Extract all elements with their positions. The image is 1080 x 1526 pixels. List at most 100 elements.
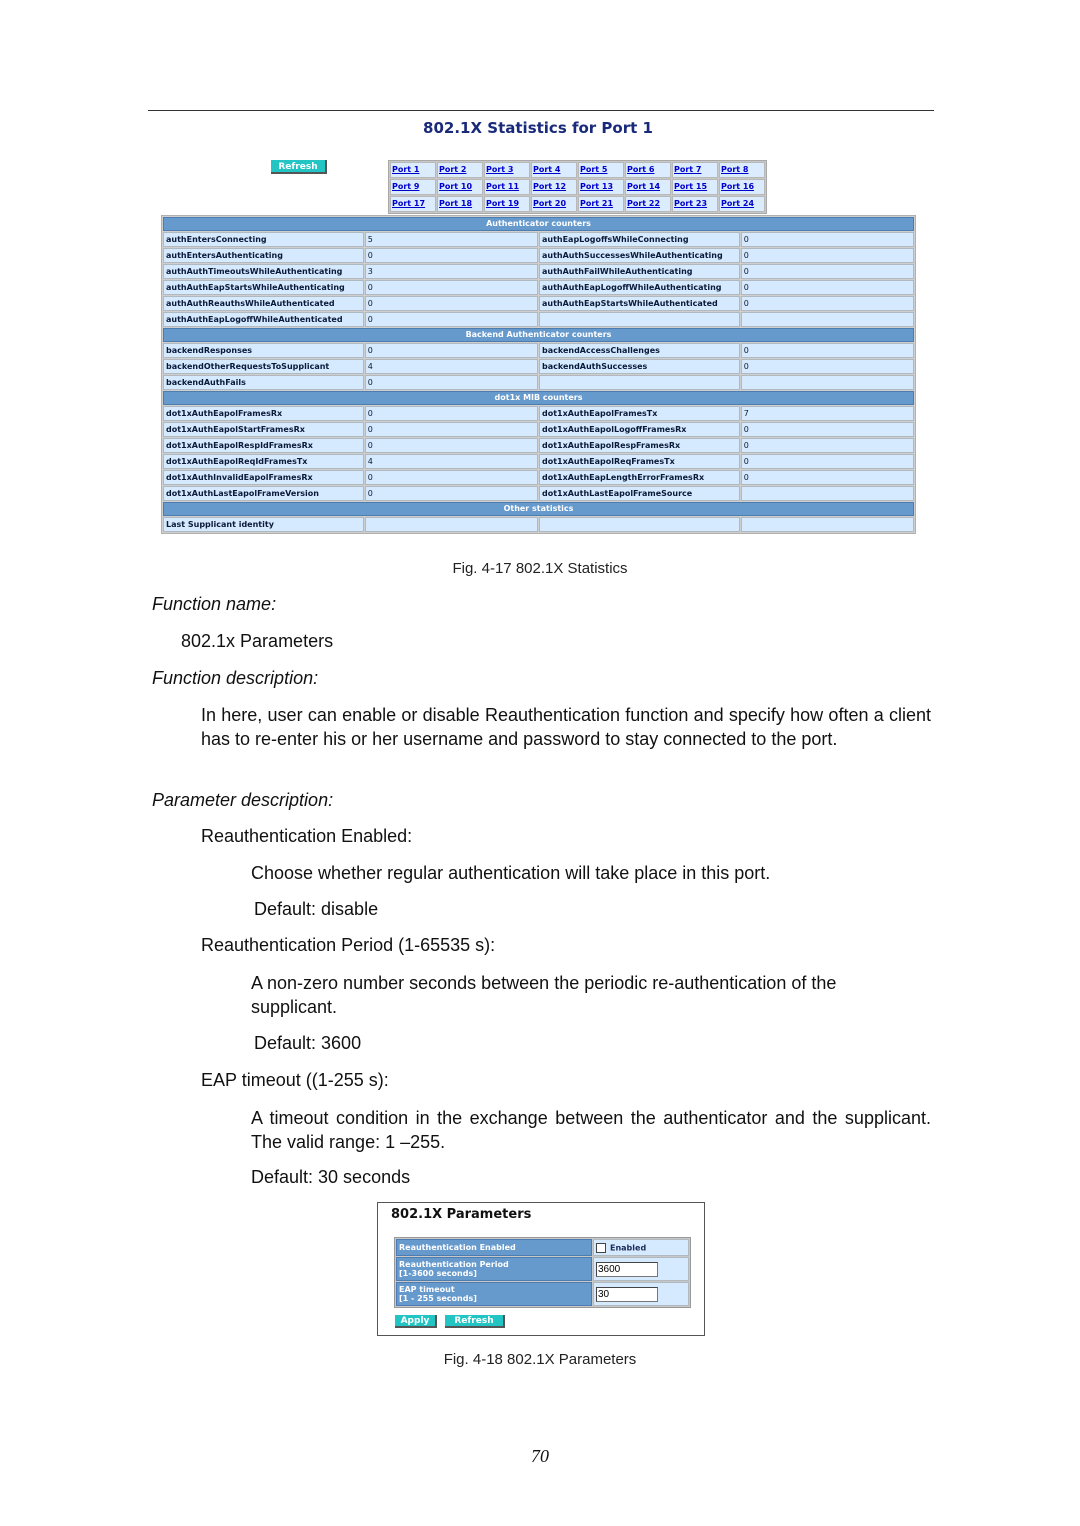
- stat-label: dot1xAuthEapolFramesTx: [538, 406, 740, 421]
- stat-label: authAuthEapLogoffWhileAuthenticating: [538, 280, 740, 295]
- stat-row: Last Supplicant identity: [163, 517, 914, 532]
- statistics-table: Authenticator counters authEntersConnecti…: [161, 215, 916, 534]
- stat-row: backendAuthFails 0: [163, 375, 914, 390]
- port-link[interactable]: Port 13: [580, 182, 613, 191]
- port-grid-row: Port 1 Port 2 Port 3 Port 4 Port 5 Port 6 Port…: [390, 162, 765, 178]
- port-link[interactable]: Port 18: [439, 199, 472, 208]
- stat-value: 0: [364, 438, 538, 453]
- reauth-enabled-label: Reauthentication Enabled: [396, 1239, 592, 1256]
- port-link[interactable]: Port 23: [674, 199, 707, 208]
- port-link[interactable]: Port 16: [721, 182, 754, 191]
- stat-value: 4: [364, 359, 538, 374]
- port-link[interactable]: Port 6: [627, 165, 654, 174]
- function-name: 802.1x Parameters: [181, 631, 334, 651]
- port-link[interactable]: Port 9: [392, 182, 419, 191]
- stat-row: backendOtherRequestsToSupplicant 4 backend…: [163, 359, 914, 374]
- stat-value: 7: [740, 406, 914, 421]
- parameter-description-heading: Parameter description:: [152, 790, 334, 810]
- stat-row: authEntersAuthenticating 0 authAuthSuccess…: [163, 248, 914, 263]
- port-link[interactable]: Port 21: [580, 199, 613, 208]
- stat-value: 3: [364, 264, 538, 279]
- port-link[interactable]: Port 19: [486, 199, 519, 208]
- function-name-heading: Function name:: [152, 594, 277, 614]
- port-link[interactable]: Port 11: [486, 182, 519, 191]
- reauth-enabled-checkbox[interactable]: [596, 1242, 606, 1253]
- stat-label: [538, 517, 740, 532]
- stat-value: 5: [364, 232, 538, 247]
- stat-value: 0: [364, 486, 538, 501]
- port-link[interactable]: Port 5: [580, 165, 607, 174]
- parameters-figure: 802.1X Parameters Reauthentication Enabl…: [377, 1202, 705, 1336]
- stat-label: dot1xAuthEapLengthErrorFramesRx: [538, 470, 740, 485]
- parameters-refresh-button[interactable]: Refresh: [445, 1315, 505, 1328]
- param-default-eap-timeout: Default: 30 seconds: [251, 1167, 411, 1187]
- port-link[interactable]: Port 17: [392, 199, 425, 208]
- param-name-reauth-period: Reauthentication Period (1-65535 s):: [201, 935, 496, 955]
- param-row-reauth-period: Reauthentication Period [1-3600 seconds]: [396, 1257, 689, 1281]
- stat-label: authEntersConnecting: [163, 232, 364, 247]
- stat-value: 0: [364, 312, 538, 327]
- parameters-table: Reauthentication Enabled Enabled Reauthe…: [394, 1237, 691, 1308]
- stat-label: dot1xAuthLastEapolFrameVersion: [163, 486, 364, 501]
- stat-label: backendOtherRequestsToSupplicant: [163, 359, 364, 374]
- stat-row: authAuthReauthsWhileAuthenticated 0 authAu…: [163, 296, 914, 311]
- param-default-reauth-period: Default: 3600: [254, 1033, 362, 1053]
- stat-value: 0: [364, 470, 538, 485]
- stat-value: 4: [364, 454, 538, 469]
- function-description-heading: Function description:: [152, 668, 319, 688]
- stat-value: 0: [364, 406, 538, 421]
- port-link[interactable]: Port 12: [533, 182, 566, 191]
- stat-label: authEntersAuthenticating: [163, 248, 364, 263]
- stat-value: 0: [740, 280, 914, 295]
- port-link[interactable]: Port 24: [721, 199, 754, 208]
- port-link[interactable]: Port 15: [674, 182, 707, 191]
- stat-label: dot1xAuthEapolStartFramesRx: [163, 422, 364, 437]
- port-link[interactable]: Port 2: [439, 165, 466, 174]
- param-default-reauth-enabled: Default: disable: [254, 899, 379, 919]
- parameters-title: 802.1X Parameters: [391, 1207, 532, 1222]
- statistics-title: 802.1X Statistics for Port 1: [423, 119, 653, 137]
- stat-label: authAuthEapStartsWhileAuthenticated: [538, 296, 740, 311]
- stat-value: 0: [740, 454, 914, 469]
- stat-label: backendAuthFails: [163, 375, 364, 390]
- stat-label: dot1xAuthEapolRespIdFramesRx: [163, 438, 364, 453]
- stat-row: authAuthTimeoutsWhileAuthenticating 3 auth…: [163, 264, 914, 279]
- eap-timeout-range: [1 - 255 seconds]: [399, 1294, 477, 1303]
- port-link[interactable]: Port 3: [486, 165, 513, 174]
- stat-label: backendAuthSuccesses: [538, 359, 740, 374]
- stat-label: [538, 375, 740, 390]
- stat-label: dot1xAuthEapolFramesRx: [163, 406, 364, 421]
- stat-value: 0: [740, 359, 914, 374]
- reauth-enabled-checkbox-label: Enabled: [610, 1243, 647, 1252]
- param-name-reauth-enabled: Reauthentication Enabled:: [201, 826, 413, 846]
- stat-value: 0: [740, 248, 914, 263]
- port-selector-grid: Port 1 Port 2 Port 3 Port 4 Port 5 Port 6 Port…: [388, 160, 767, 214]
- stat-value: 0: [740, 232, 914, 247]
- port-link[interactable]: Port 14: [627, 182, 660, 191]
- stat-value: 0: [364, 343, 538, 358]
- page-number: 70: [531, 1446, 549, 1466]
- port-link[interactable]: Port 1: [392, 165, 419, 174]
- section-header-row: Other statistics: [163, 502, 914, 516]
- stat-value: 0: [740, 343, 914, 358]
- eap-timeout-input[interactable]: [596, 1286, 658, 1302]
- refresh-button[interactable]: Refresh: [271, 160, 327, 174]
- port-link[interactable]: Port 7: [674, 165, 701, 174]
- reauth-period-range: [1-3600 seconds]: [399, 1269, 477, 1278]
- stat-label: Last Supplicant identity: [163, 517, 364, 532]
- stat-row: dot1xAuthEapolFramesRx 0 dot1xAuthEapolFra…: [163, 406, 914, 421]
- apply-button[interactable]: Apply: [395, 1315, 437, 1328]
- port-link[interactable]: Port 22: [627, 199, 660, 208]
- port-link[interactable]: Port 20: [533, 199, 566, 208]
- stat-label: dot1xAuthInvalidEapolFramesRx: [163, 470, 364, 485]
- stat-row: dot1xAuthInvalidEapolFramesRx 0 dot1xAuthE…: [163, 470, 914, 485]
- port-link[interactable]: Port 8: [721, 165, 748, 174]
- reauth-period-label: Reauthentication Period: [399, 1260, 509, 1269]
- reauth-period-input[interactable]: [596, 1261, 658, 1277]
- stat-label: dot1xAuthEapolReqIdFramesTx: [163, 454, 364, 469]
- stat-label: dot1xAuthEapolRespFramesRx: [538, 438, 740, 453]
- port-link[interactable]: Port 10: [439, 182, 472, 191]
- port-link[interactable]: Port 4: [533, 165, 560, 174]
- stat-value: 0: [364, 375, 538, 390]
- stat-value: [740, 517, 914, 532]
